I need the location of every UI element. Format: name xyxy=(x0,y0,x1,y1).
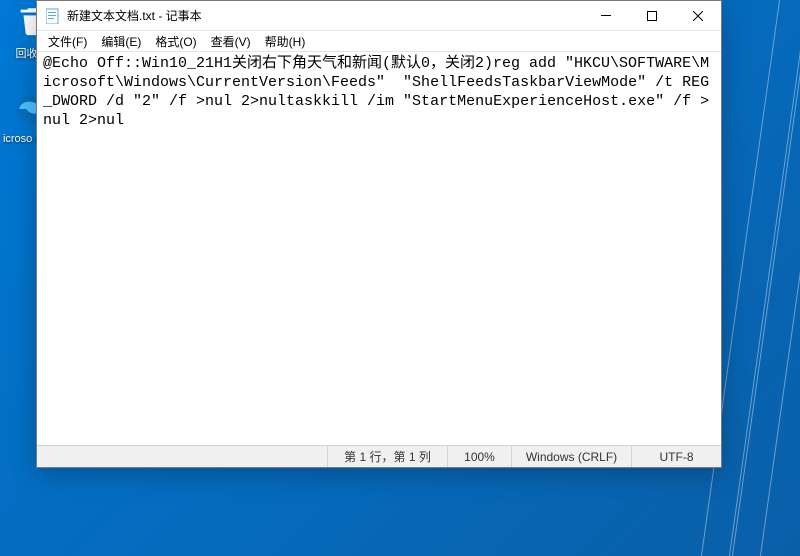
minimize-icon xyxy=(601,11,611,21)
titlebar[interactable]: 新建文本文档.txt - 记事本 xyxy=(37,1,721,31)
close-button[interactable] xyxy=(675,1,721,31)
menubar: 文件(F) 编辑(E) 格式(O) 查看(V) 帮助(H) xyxy=(37,31,721,52)
menu-view[interactable]: 查看(V) xyxy=(204,32,258,51)
close-icon xyxy=(693,11,703,21)
status-zoom: 100% xyxy=(447,446,511,467)
statusbar: 第 1 行，第 1 列 100% Windows (CRLF) UTF-8 xyxy=(37,445,721,467)
menu-format[interactable]: 格式(O) xyxy=(148,32,203,51)
maximize-button[interactable] xyxy=(629,1,675,31)
menu-file[interactable]: 文件(F) xyxy=(41,32,94,51)
status-spacer xyxy=(37,446,327,467)
maximize-icon xyxy=(647,11,657,21)
minimize-button[interactable] xyxy=(583,1,629,31)
notepad-icon xyxy=(45,8,61,24)
menu-help[interactable]: 帮助(H) xyxy=(258,32,313,51)
menu-edit[interactable]: 编辑(E) xyxy=(94,32,148,51)
desktop-icon-label-line1: icroso xyxy=(3,133,32,145)
window-title: 新建文本文档.txt - 记事本 xyxy=(67,7,202,24)
status-line-ending: Windows (CRLF) xyxy=(511,446,631,467)
status-cursor-position: 第 1 行，第 1 列 xyxy=(327,446,447,467)
status-encoding: UTF-8 xyxy=(631,446,721,467)
editor-textarea[interactable] xyxy=(37,52,721,445)
notepad-window: 新建文本文档.txt - 记事本 文件(F) 编辑(E) 格式(O) 查看(V)… xyxy=(36,0,722,468)
